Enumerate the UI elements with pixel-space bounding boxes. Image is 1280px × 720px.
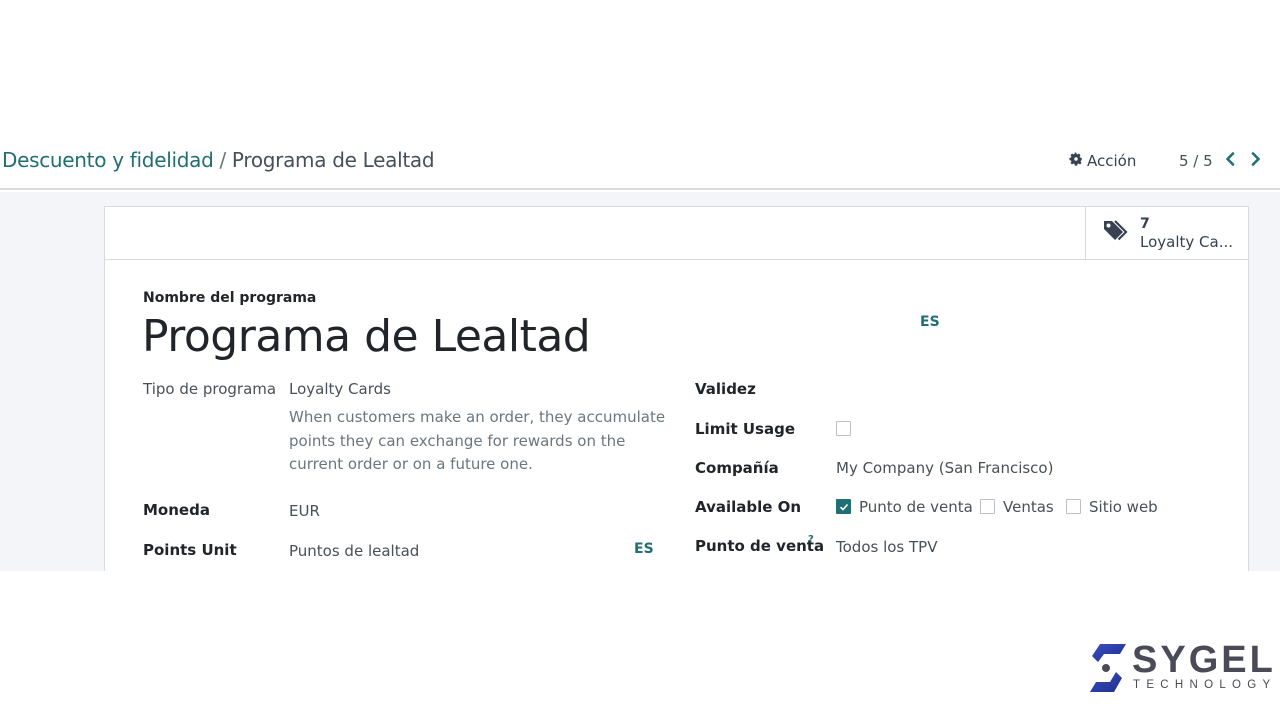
currency-field[interactable]: EUR	[289, 502, 320, 520]
button-box: 7 Loyalty Ca...	[105, 207, 1248, 260]
program-name-label: Nombre del programa	[143, 290, 317, 306]
action-label: Acción	[1087, 152, 1137, 170]
chevron-left-icon	[1224, 151, 1236, 170]
control-panel: Descuento y fidelidad / Programa de Lealta…	[0, 140, 1280, 190]
program-type-field[interactable]: Loyalty Cards	[289, 380, 391, 398]
limit-usage-label: Limit Usage	[695, 420, 796, 438]
breadcrumb: Descuento y fidelidad / Programa de Lealta…	[2, 148, 435, 172]
breadcrumb-current: Programa de Lealtad	[231, 148, 435, 172]
breadcrumb-parent-link[interactable]: Descuento y fidelidad	[2, 148, 214, 172]
program-type-label: Tipo de programa	[143, 380, 277, 398]
available-on-pos-label[interactable]: Punto de venta	[859, 498, 973, 516]
available-on-website-checkbox[interactable]	[1066, 499, 1081, 514]
logo-wordmark: SYGEL	[1132, 639, 1276, 681]
company-field[interactable]: My Company (San Francisco)	[836, 459, 1053, 477]
check-icon	[839, 503, 849, 511]
validity-label: Validez	[695, 380, 756, 398]
tags-icon	[1102, 217, 1132, 249]
pager-value[interactable]: 5 / 5	[1179, 152, 1213, 170]
available-on-pos-checkbox[interactable]	[836, 499, 851, 514]
program-name-field[interactable]: Programa de Lealtad	[142, 311, 591, 362]
breadcrumb-separator: /	[219, 148, 226, 172]
action-button[interactable]: Acción	[1069, 152, 1136, 170]
smart-button-count: 7	[1140, 216, 1150, 232]
pos-label: Punto de venta	[695, 537, 825, 555]
available-on-website-label[interactable]: Sitio web	[1089, 498, 1158, 516]
pager-previous-button[interactable]	[1222, 150, 1238, 170]
smart-button-label: Loyalty Ca...	[1140, 233, 1234, 251]
sygel-logo: SYGEL TECHNOLOGY	[1088, 640, 1273, 696]
help-tooltip-icon[interactable]: ?	[808, 534, 814, 545]
gear-icon	[1069, 152, 1083, 170]
program-name-language-button[interactable]: ES	[920, 314, 940, 330]
currency-label: Moneda	[143, 501, 210, 519]
available-on-sales-checkbox[interactable]	[980, 499, 995, 514]
points-unit-language-button[interactable]: ES	[634, 541, 654, 557]
form-sheet: 7 Loyalty Ca... Nombre del programa Prog…	[104, 206, 1249, 571]
company-label: Compañía	[695, 459, 779, 477]
pos-field[interactable]: Todos los TPV	[836, 538, 937, 556]
chevron-right-icon	[1250, 151, 1262, 170]
pager-next-button[interactable]	[1248, 150, 1264, 170]
program-type-description: When customers make an order, they accum…	[289, 408, 666, 473]
logo-subtitle: TECHNOLOGY	[1133, 679, 1277, 691]
available-on-label: Available On	[695, 498, 802, 516]
loyalty-cards-smart-button[interactable]: 7 Loyalty Ca...	[1085, 207, 1248, 259]
sygel-logo-mark-icon	[1090, 644, 1126, 692]
points-unit-label: Points Unit	[143, 541, 237, 559]
points-unit-field[interactable]: Puntos de lealtad	[289, 542, 419, 560]
limit-usage-checkbox[interactable]	[836, 421, 851, 436]
available-on-sales-label[interactable]: Ventas	[1003, 498, 1054, 516]
